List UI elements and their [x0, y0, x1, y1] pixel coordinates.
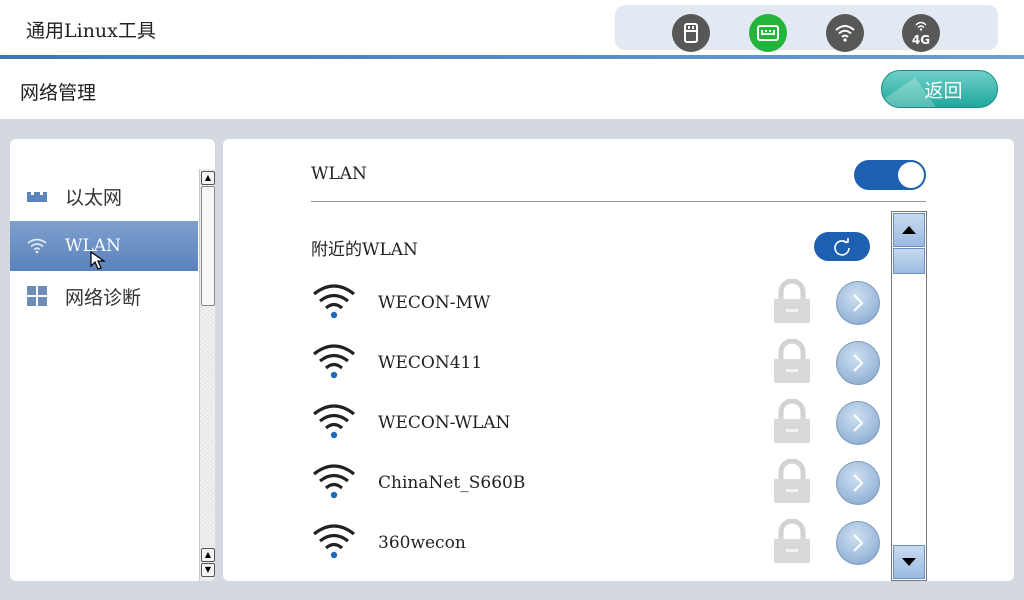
- sidebar-scrollbar[interactable]: ▲ ▲ ▼: [199, 169, 215, 581]
- chevron-right-icon: [850, 293, 866, 313]
- network-detail-button[interactable]: [836, 341, 880, 385]
- usb-icon[interactable]: [672, 14, 710, 52]
- network-row[interactable]: ChinaNet_S660B: [311, 458, 883, 509]
- chevron-right-icon: [850, 353, 866, 373]
- sidebar-item-ethernet[interactable]: 以太网: [10, 171, 198, 221]
- scroll-down-button[interactable]: ▼: [201, 563, 215, 577]
- page-title: 网络管理: [20, 82, 97, 104]
- wifi-icon[interactable]: [826, 14, 864, 52]
- wifi-signal-icon: [311, 342, 357, 386]
- back-button[interactable]: 返回: [881, 70, 998, 108]
- network-row[interactable]: WECON411: [311, 338, 883, 389]
- back-button-label: 返回: [924, 79, 963, 102]
- wifi-signal-icon: [311, 522, 357, 566]
- scroll-down-button[interactable]: [893, 545, 925, 579]
- chevron-right-icon: [850, 533, 866, 553]
- scroll-thumb[interactable]: [893, 248, 925, 274]
- divider: [311, 201, 926, 202]
- app-title: 通用Linux工具: [26, 20, 156, 42]
- network-ssid: ChinaNet_S660B: [378, 473, 526, 493]
- refresh-icon: [834, 237, 850, 256]
- nearby-wlan-label: 附近的WLAN: [311, 240, 418, 260]
- network-row[interactable]: WECON-WLAN: [311, 398, 883, 449]
- network-detail-button[interactable]: [836, 461, 880, 505]
- network-ssid: 360wecon: [378, 533, 466, 553]
- 4g-icon[interactable]: 4G: [902, 14, 940, 52]
- ethernet-port-icon: [25, 189, 49, 203]
- wifi-signal-icon: [311, 402, 357, 446]
- network-ssid: WECON-WLAN: [378, 413, 511, 433]
- refresh-button[interactable]: [814, 232, 870, 261]
- scroll-thumb[interactable]: [201, 186, 215, 306]
- network-detail-button[interactable]: [836, 401, 880, 445]
- sidebar-item-diagnostics[interactable]: 网络诊断: [10, 271, 198, 321]
- chevron-right-icon: [850, 413, 866, 433]
- chevron-right-icon: [850, 473, 866, 493]
- scroll-up-button[interactable]: ▲: [201, 171, 215, 185]
- lock-icon: [772, 398, 812, 449]
- title-bar: 通用Linux工具 4G: [0, 0, 1024, 56]
- network-ssid: WECON411: [378, 353, 483, 373]
- network-detail-button[interactable]: [836, 281, 880, 325]
- scroll-up-button[interactable]: ▲: [201, 548, 215, 562]
- cursor-icon: [90, 251, 106, 270]
- sidebar-item-label: 网络诊断: [65, 286, 142, 309]
- wifi-signal-icon: [311, 282, 357, 326]
- page-header: 网络管理 返回: [0, 59, 1024, 119]
- wlan-label: WLAN: [311, 164, 367, 184]
- wlan-panel: WLAN 附近的WLAN WECON-MW WECON411 WECON-WLAN C…: [223, 139, 1014, 581]
- network-ssid: WECON-MW: [378, 293, 491, 313]
- sidebar-item-wlan[interactable]: WLAN: [10, 221, 198, 271]
- lock-icon: [772, 278, 812, 329]
- lock-icon: [772, 458, 812, 509]
- sidebar: 以太网 WLAN 网络诊断 ▲ ▲ ▼: [10, 139, 215, 581]
- svg-text:4G: 4G: [912, 33, 930, 47]
- toggle-knob: [898, 162, 924, 188]
- sidebar-item-label: 以太网: [65, 186, 123, 209]
- network-detail-button[interactable]: [836, 521, 880, 565]
- wifi-signal-icon: [311, 462, 357, 506]
- network-list-scrollbar[interactable]: [891, 211, 927, 581]
- wifi-icon: [25, 238, 49, 254]
- network-row[interactable]: 360wecon: [311, 518, 883, 569]
- grid-icon: [25, 286, 49, 306]
- lock-icon: [772, 338, 812, 389]
- ethernet-icon[interactable]: [749, 14, 787, 52]
- scroll-up-button[interactable]: [893, 213, 925, 247]
- status-bar: 4G: [615, 5, 998, 52]
- network-row[interactable]: WECON-MW: [311, 278, 883, 329]
- wlan-toggle[interactable]: [854, 160, 926, 190]
- lock-icon: [772, 518, 812, 569]
